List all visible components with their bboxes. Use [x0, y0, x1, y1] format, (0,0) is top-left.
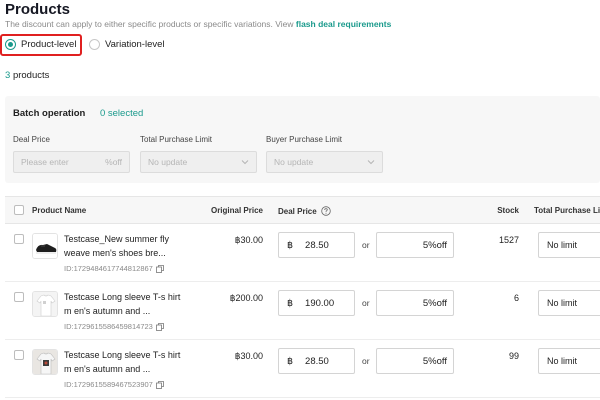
- copy-icon[interactable]: [155, 264, 164, 273]
- original-price: ฿30.00: [234, 351, 263, 361]
- buyer-purchase-limit-label: Buyer Purchase Limit: [266, 135, 343, 144]
- discount-input[interactable]: 5%off: [376, 290, 454, 316]
- flash-deal-requirements-link[interactable]: flash deal requirements: [296, 19, 391, 29]
- product-name: Testcase_New summer fly weave men's shoe…: [64, 234, 170, 258]
- products-table: Product Name Original Price Deal Price S…: [5, 196, 600, 400]
- col-deal-price: Deal Price: [278, 206, 331, 216]
- batch-operation-panel: Batch operation 0 selected Deal Price Pl…: [5, 96, 600, 183]
- buyer-limit-value: No update: [274, 157, 314, 167]
- deal-price-input[interactable]: ฿ 28.50: [278, 348, 355, 374]
- table-row: Testcase Long sleeve T-s hirt m en's aut…: [5, 340, 600, 398]
- or-label: or: [362, 240, 370, 250]
- total-limit-select[interactable]: No limit: [538, 348, 600, 374]
- or-label: or: [362, 298, 370, 308]
- selected-count: 0 selected: [100, 108, 143, 119]
- table-header: Product Name Original Price Deal Price S…: [5, 197, 600, 224]
- table-row: Testcase_New summer fly weave men's shoe…: [5, 224, 600, 282]
- row-checkbox[interactable]: [14, 350, 24, 360]
- total-limit-select[interactable]: No limit: [538, 290, 600, 316]
- batch-title-text: Batch operation: [13, 108, 86, 119]
- original-price: ฿30.00: [234, 235, 263, 245]
- row-checkbox[interactable]: [14, 292, 24, 302]
- currency-symbol: ฿: [287, 355, 294, 367]
- radio-unchecked-icon[interactable]: [89, 39, 100, 50]
- variation-level-label: Variation-level: [105, 39, 165, 50]
- selected-count-label: selected: [107, 108, 144, 119]
- product-count: 3 products: [5, 70, 49, 81]
- radio-checked-icon[interactable]: [5, 39, 16, 50]
- currency-symbol: ฿: [287, 297, 294, 309]
- deal-price-input[interactable]: ฿ 190.00: [278, 290, 355, 316]
- limit-value: No limit: [547, 298, 578, 308]
- discount-value: 5%off: [422, 239, 447, 251]
- shirt-icon: [33, 292, 57, 316]
- original-price: ฿200.00: [229, 293, 263, 303]
- limit-value: No limit: [547, 356, 578, 366]
- deal-price-input[interactable]: ฿ 28.50: [278, 232, 355, 258]
- col-stock: Stock: [497, 206, 519, 215]
- product-level-option[interactable]: Product-level: [5, 39, 76, 50]
- table-row: Testcase Long sleeve T-s hirt m en's aut…: [5, 282, 600, 340]
- product-thumbnail[interactable]: [32, 291, 58, 317]
- copy-icon[interactable]: [155, 380, 164, 389]
- deal-price-label: Deal Price: [13, 135, 50, 144]
- currency-symbol: ฿: [287, 239, 294, 251]
- stock-value: 6: [513, 293, 519, 303]
- total-limit-value: No update: [148, 157, 188, 167]
- product-thumbnail[interactable]: [32, 349, 58, 375]
- total-limit-select[interactable]: No limit: [538, 232, 600, 258]
- col-original-price: Original Price: [210, 206, 263, 215]
- deal-price-value: 28.50: [305, 355, 329, 367]
- product-id: ID:1729615586459814723: [64, 322, 164, 331]
- product-thumbnail[interactable]: [32, 233, 58, 259]
- deal-price-placeholder: Please enter: [21, 157, 69, 167]
- product-id: ID:1729615589467523907: [64, 380, 164, 389]
- col-product-name: Product Name: [32, 206, 87, 215]
- batch-buyer-limit-select[interactable]: No update: [266, 151, 383, 173]
- product-id-text: ID:1729484617744812867: [64, 264, 153, 273]
- selected-count-number: 0: [99, 108, 106, 119]
- stock-value: 99: [508, 351, 519, 361]
- copy-icon[interactable]: [155, 322, 164, 331]
- product-id: ID:1729484617744812867: [64, 264, 164, 273]
- deal-price-suffix: %off: [105, 157, 122, 167]
- batch-title: Batch operation 0 selected: [13, 108, 143, 119]
- help-icon[interactable]: [321, 206, 331, 216]
- total-purchase-limit-label: Total Purchase Limit: [140, 135, 213, 144]
- product-name: Testcase Long sleeve T-s hirt m en's aut…: [64, 292, 181, 316]
- description: The discount can apply to either specifi…: [5, 19, 391, 29]
- product-count-number: 3: [5, 70, 11, 81]
- discount-value: 5%off: [422, 297, 447, 309]
- or-label: or: [362, 356, 370, 366]
- batch-total-limit-select[interactable]: No update: [140, 151, 257, 173]
- discount-input[interactable]: 5%off: [376, 348, 454, 374]
- description-text: The discount can apply to either specifi…: [5, 19, 294, 29]
- shirt-icon: [33, 350, 57, 374]
- product-id-text: ID:1729615586459814723: [64, 322, 153, 331]
- page-title: Products: [5, 1, 71, 18]
- chevron-down-icon: [367, 158, 375, 166]
- product-level-label: Product-level: [21, 39, 77, 50]
- col-total-purchase-limit: Total Purchase Lim: [534, 206, 600, 215]
- stock-value: 1527: [498, 235, 519, 245]
- discount-value: 5%off: [422, 355, 447, 367]
- select-all-checkbox[interactable]: [14, 205, 24, 215]
- col-deal-price-label: Deal Price: [278, 206, 317, 216]
- chevron-down-icon: [241, 158, 249, 166]
- batch-deal-price-input[interactable]: Please enter %off: [13, 151, 130, 173]
- row-checkbox[interactable]: [14, 234, 24, 244]
- shoe-icon: [33, 234, 57, 258]
- product-name: Testcase Long sleeve T-s hirt m en's aut…: [64, 350, 181, 374]
- discount-input[interactable]: 5%off: [376, 232, 454, 258]
- variation-level-option[interactable]: Variation-level: [89, 39, 165, 50]
- product-count-unit: products: [12, 70, 50, 81]
- limit-value: No limit: [547, 240, 578, 250]
- deal-price-value: 28.50: [305, 239, 329, 251]
- product-id-text: ID:1729615589467523907: [64, 380, 153, 389]
- deal-price-value: 190.00: [305, 297, 335, 309]
